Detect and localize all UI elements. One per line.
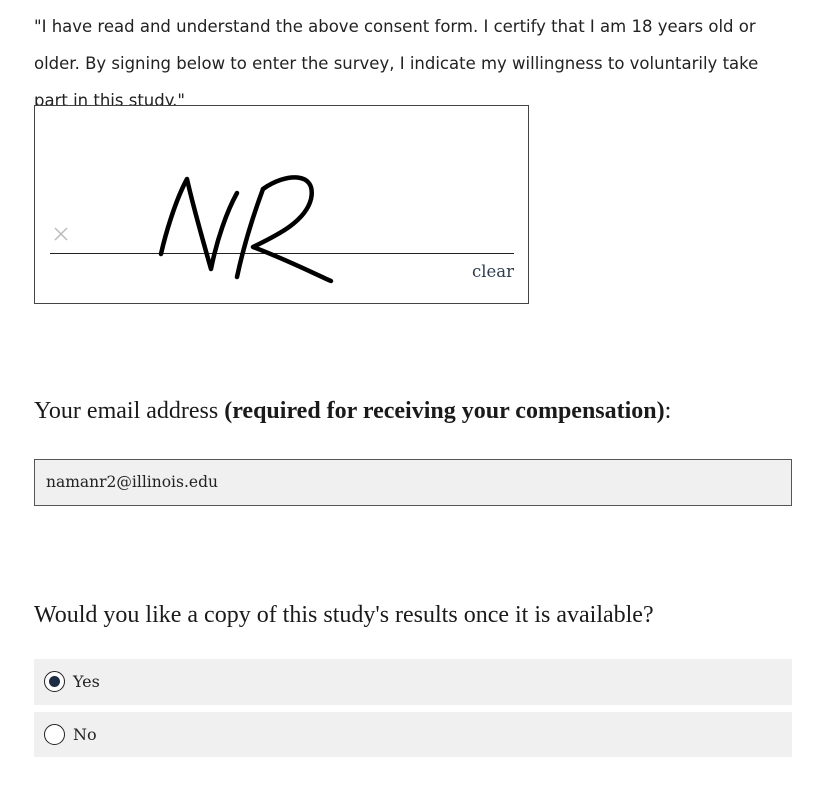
radio-button-yes[interactable]: [44, 671, 65, 692]
radio-label-no: No: [73, 725, 97, 744]
consent-statement: "I have read and understand the above co…: [34, 17, 759, 110]
email-question-prefix: Your email address: [34, 398, 225, 424]
email-question-suffix: :: [664, 398, 672, 424]
results-question: Would you like a copy of this study's re…: [34, 602, 654, 628]
signature-clear-button[interactable]: clear: [472, 262, 514, 281]
email-question: Your email address (required for receivi…: [34, 398, 814, 425]
email-question-required: (required for receiving your compensatio…: [224, 398, 665, 424]
signature-pad[interactable]: clear: [34, 105, 529, 304]
radio-option-yes[interactable]: Yes: [34, 659, 792, 705]
radio-option-no[interactable]: No: [34, 712, 792, 757]
email-field[interactable]: namanr2@illinois.edu: [34, 459, 792, 506]
signature-x-icon: [54, 227, 68, 241]
radio-label-yes: Yes: [73, 672, 100, 691]
radio-button-no[interactable]: [44, 724, 65, 745]
signature-drawing: [158, 175, 334, 284]
